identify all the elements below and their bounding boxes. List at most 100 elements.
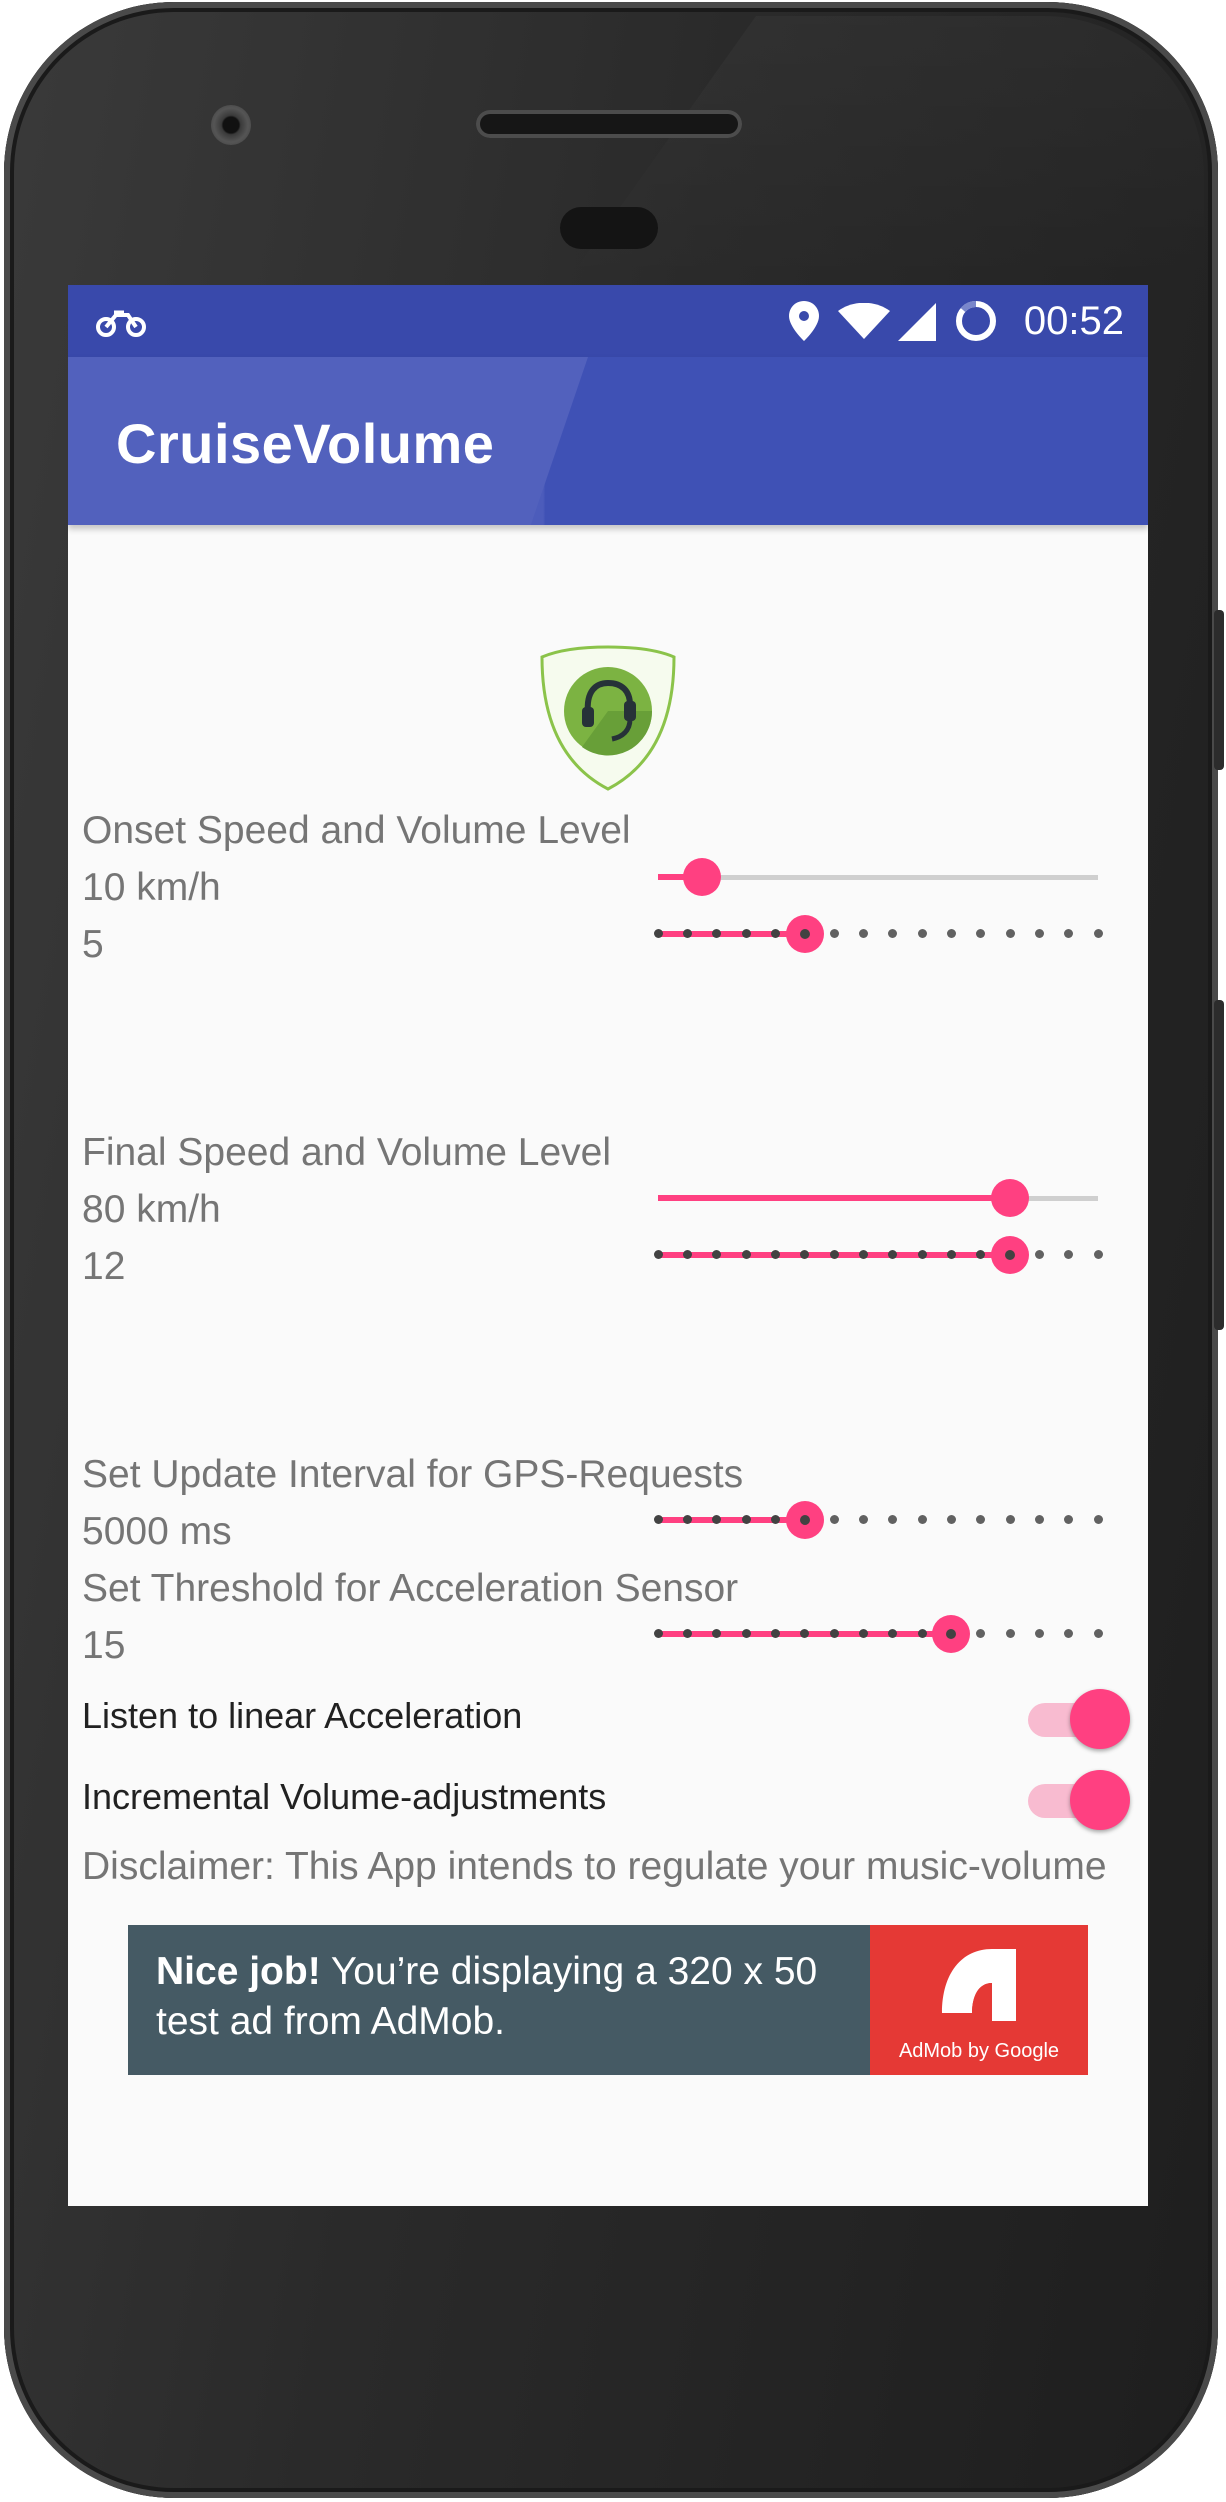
admob-logo-icon — [932, 1943, 1026, 2032]
slider-thumb[interactable] — [932, 1615, 971, 1653]
slider-tick — [770, 1629, 780, 1638]
slider-tick — [1093, 1250, 1103, 1259]
slider-thumb[interactable] — [991, 1236, 1029, 1274]
admob-badge: AdMob by Google — [870, 1925, 1088, 2075]
slider-tick — [682, 929, 692, 938]
slider-tick — [682, 1515, 692, 1524]
slider-tick — [1034, 1515, 1044, 1524]
slider-thumb-dot — [799, 1515, 810, 1525]
slider-tick — [1093, 1515, 1103, 1524]
incremental-volume-switch[interactable] — [1028, 1768, 1130, 1832]
slider-tick — [1034, 929, 1044, 938]
app-bar: CruiseVolume — [68, 357, 1148, 525]
slider-tick — [1064, 1515, 1074, 1524]
front-camera — [211, 105, 251, 145]
slider-tick — [1064, 1250, 1074, 1259]
slider-thumb[interactable] — [785, 915, 824, 953]
slider-thumb[interactable] — [991, 1179, 1029, 1217]
motorcycle-icon — [96, 303, 146, 344]
wifi-icon — [838, 302, 890, 344]
slider-tick — [1034, 1629, 1044, 1638]
slider-thumb-dot — [799, 929, 810, 939]
status-time: 00:52 — [1023, 299, 1124, 343]
slider-thumb[interactable] — [785, 1501, 824, 1539]
final-volume-slider[interactable] — [653, 1235, 1103, 1275]
slider-tick — [829, 1515, 839, 1524]
slider-tick — [917, 1250, 927, 1259]
linear-acceleration-label: Listen to linear Acceleration — [82, 1695, 523, 1736]
app-title: CruiseVolume — [116, 412, 495, 475]
slider-tick — [858, 929, 868, 938]
slider-tick — [917, 929, 927, 938]
slider-fill — [658, 1195, 1010, 1201]
proximity-sensor — [560, 207, 658, 249]
slider-tick — [946, 1515, 956, 1524]
slider-tick — [1093, 929, 1103, 938]
slider-tick — [946, 929, 956, 938]
accel-threshold-slider[interactable] — [653, 1614, 1103, 1654]
signal-icon — [898, 303, 936, 346]
slider-thumb-dot — [1005, 1250, 1015, 1260]
incremental-volume-label: Incremental Volume-adjustments — [82, 1776, 607, 1817]
slider-tick — [976, 1515, 986, 1524]
linear-acceleration-switch[interactable] — [1028, 1687, 1130, 1751]
final-speed-value: 80 km/h — [82, 1188, 221, 1231]
slider-tick — [829, 1250, 839, 1259]
final-speed-slider[interactable] — [658, 1178, 1098, 1218]
status-bar: 00:52 — [68, 285, 1148, 357]
switch-thumb — [1070, 1770, 1130, 1830]
slider-tick — [1005, 929, 1015, 938]
volume-button — [1214, 1000, 1224, 1330]
slider-track — [658, 875, 1098, 880]
slider-tick — [653, 929, 663, 938]
slider-fill — [658, 931, 805, 937]
slider-tick — [741, 1629, 751, 1638]
slider-tick — [888, 1515, 898, 1524]
slider-thumb-dot — [946, 1629, 957, 1639]
slider-tick — [770, 929, 780, 938]
slider-tick — [741, 929, 751, 938]
slider-tick — [682, 1629, 692, 1638]
onset-volume-value: 5 — [82, 923, 104, 966]
slider-thumb[interactable] — [683, 858, 721, 896]
gps-interval-value: 5000 ms — [82, 1510, 232, 1553]
settings-content: Onset Speed and Volume Level 10 km/h 5 F… — [68, 525, 1148, 2206]
disclaimer-scroll[interactable]: Disclaimer: This App intends to regulate… — [82, 1841, 1122, 1899]
slider-tick — [1093, 1629, 1103, 1638]
disclaimer-text: Disclaimer: This App intends to regulate… — [82, 1845, 1107, 1899]
slider-tick — [917, 1515, 927, 1524]
slider-tick — [1034, 1250, 1044, 1259]
phone-glare — [564, 16, 1204, 286]
slider-tick — [1064, 929, 1074, 938]
slider-tick — [741, 1250, 751, 1259]
accel-threshold-value: 15 — [82, 1624, 126, 1667]
location-icon — [788, 301, 820, 346]
slider-tick — [682, 1250, 692, 1259]
headphones-shield-icon — [538, 643, 678, 793]
slider-tick — [1005, 1515, 1015, 1524]
slider-tick — [770, 1515, 780, 1524]
earpiece-speaker — [476, 110, 742, 138]
slider-tick — [1064, 1629, 1074, 1638]
admob-caption: AdMob by Google — [898, 2040, 1060, 2062]
slider-tick — [946, 1250, 956, 1259]
slider-tick — [976, 1629, 986, 1638]
gps-interval-slider[interactable] — [653, 1500, 1103, 1540]
slider-fill — [658, 1517, 805, 1523]
slider-tick — [653, 1515, 663, 1524]
slider-tick — [858, 1250, 868, 1259]
slider-tick — [1005, 1629, 1015, 1638]
ad-text: Nice job! You’re displaying a 320 x 50 t… — [156, 1947, 856, 2047]
onset-speed-slider[interactable] — [658, 857, 1098, 897]
slider-tick — [653, 1629, 663, 1638]
onset-volume-slider[interactable] — [653, 914, 1103, 954]
slider-tick — [858, 1515, 868, 1524]
slider-tick — [653, 1250, 663, 1259]
ad-banner[interactable]: Nice job! You’re displaying a 320 x 50 t… — [128, 1925, 1088, 2075]
slider-tick — [976, 929, 986, 938]
power-button — [1214, 610, 1224, 770]
slider-tick — [829, 929, 839, 938]
slider-tick — [858, 1629, 868, 1638]
accel-heading: Set Threshold for Acceleration Sensor — [82, 1567, 739, 1610]
final-volume-value: 12 — [82, 1245, 126, 1288]
